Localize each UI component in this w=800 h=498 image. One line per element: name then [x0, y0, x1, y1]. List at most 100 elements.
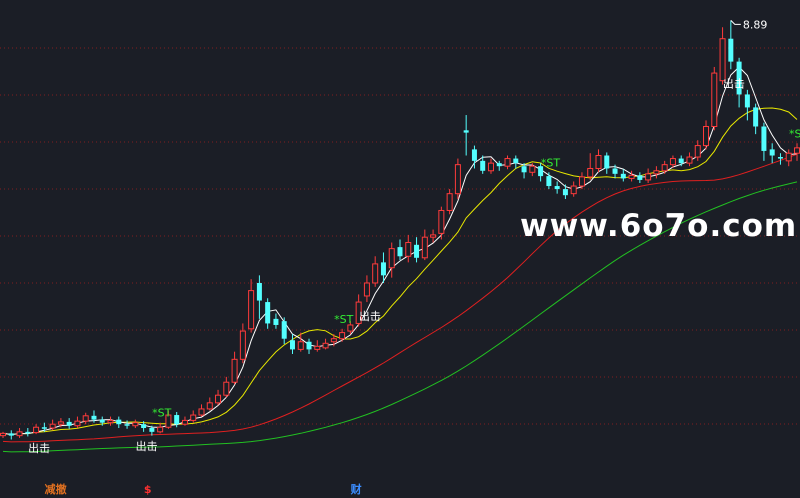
ma-line-yellow — [2, 107, 798, 436]
candle-body-up — [421, 236, 428, 259]
candle-body-up — [181, 419, 188, 425]
candle-body-down — [471, 149, 477, 161]
candle-body-up — [74, 420, 81, 427]
candle-body-up — [372, 263, 379, 284]
exit-marker-label: 出击 — [28, 441, 50, 455]
candle-body-up — [405, 242, 412, 257]
high-pointer-icon — [730, 20, 741, 25]
candle-body-down — [414, 244, 420, 258]
candle-body-up — [711, 72, 718, 127]
candle-body-up — [628, 174, 635, 179]
candle-body-up — [438, 209, 445, 234]
candle-body-down — [289, 340, 295, 350]
candle-body-up — [322, 342, 329, 349]
candle-body-up — [33, 426, 40, 434]
candle-body-down — [265, 302, 271, 324]
candle-body-up — [330, 338, 337, 343]
candle-body-up — [430, 234, 437, 238]
candle-body-down — [281, 321, 287, 339]
candle-body-up — [661, 164, 668, 172]
candle-body-up — [363, 282, 370, 297]
candle-body-down — [728, 38, 734, 62]
candle-body-up — [223, 381, 230, 396]
candle-body-up — [82, 415, 89, 422]
candle-body-up — [49, 423, 56, 429]
st-marker-label: *ST — [152, 407, 171, 420]
candle-body-down — [678, 158, 684, 164]
candle-body-down — [141, 424, 147, 429]
candle-body-down — [546, 176, 552, 187]
candle-body-up — [719, 38, 726, 82]
candle-body-down — [273, 318, 279, 325]
candle-body-down — [612, 168, 618, 174]
candle-body-up — [487, 162, 494, 172]
exit-marker-label: 出击 — [359, 309, 381, 323]
candle-body-up — [157, 426, 164, 433]
candle-body-up — [686, 156, 693, 164]
candle-body-up — [347, 324, 354, 332]
candle-body-down — [604, 155, 610, 169]
candle-body-down — [620, 173, 626, 179]
candle-body-down — [174, 415, 180, 425]
high-price-label: 8.89 — [743, 18, 768, 31]
stock-chart-panel: 8.89出击出击*ST*ST出击*ST出击*ST减撤$财 www.6o7o.co… — [0, 0, 800, 498]
candle-body-up — [454, 164, 461, 195]
candle-body-up — [504, 158, 511, 167]
candle-body-down — [562, 189, 568, 196]
candle-body-down — [256, 282, 262, 301]
candle-body-up — [595, 155, 602, 169]
candle-body-down — [25, 431, 31, 434]
candle-body-up — [794, 147, 800, 154]
candle-body-down — [149, 428, 155, 432]
candle-body-up — [231, 358, 238, 383]
candle-body-up — [297, 341, 304, 350]
candlestick-chart: 8.89出击出击*ST*ST出击*ST出击*ST减撤$财 — [0, 18, 800, 496]
candle-body-up — [570, 185, 577, 195]
exit-marker-label: 出击 — [136, 439, 158, 453]
candle-body-up — [388, 248, 395, 269]
candle-body-down — [380, 262, 386, 276]
candle-body-down — [513, 158, 519, 164]
ma-line-red — [2, 153, 798, 443]
candle-body-down — [761, 126, 767, 151]
bottom-event-marker: 减撤 — [45, 482, 67, 496]
st-marker-label: *ST — [334, 313, 353, 326]
bottom-event-marker: 财 — [350, 482, 362, 496]
candle-body-up — [339, 332, 346, 340]
candle-body-down — [66, 421, 72, 426]
candle-body-down — [124, 424, 130, 426]
candle-body-down — [91, 415, 97, 420]
candle-body-up — [314, 345, 321, 350]
candle-body-down — [496, 163, 502, 167]
candle-body-down — [41, 427, 47, 429]
candle-body-up — [248, 290, 255, 330]
candle-body-up — [785, 152, 792, 162]
candle-body-up — [587, 167, 594, 178]
candle-body-up — [198, 408, 205, 416]
candle-body-down — [463, 130, 469, 133]
candle-body-up — [0, 432, 6, 437]
exit-marker-label: 出击 — [723, 76, 745, 90]
candle-body-down — [769, 149, 775, 156]
candle-body-down — [521, 166, 527, 173]
candle-body-down — [554, 186, 560, 190]
candle-body-up — [578, 176, 585, 187]
candle-body-up — [206, 402, 213, 410]
candle-body-down — [753, 107, 759, 127]
candle-body-down — [306, 341, 312, 350]
candle-body-up — [703, 126, 710, 147]
candle-body-up — [529, 165, 536, 173]
st-marker-label: *ST — [541, 156, 560, 169]
candle-body-down — [637, 175, 643, 180]
candle-body-up — [215, 394, 222, 404]
candle-body-down — [777, 157, 783, 159]
candle-body-up — [190, 414, 197, 421]
candle-body-up — [132, 422, 139, 427]
watermark-text: www.6o7o.com — [520, 208, 798, 244]
candle-body-down — [480, 160, 486, 171]
bottom-event-marker: $ — [144, 483, 152, 496]
candle-body-up — [239, 330, 246, 360]
candle-body-up — [57, 421, 64, 425]
candle-body-up — [653, 170, 660, 175]
candle-body-down — [8, 433, 14, 436]
